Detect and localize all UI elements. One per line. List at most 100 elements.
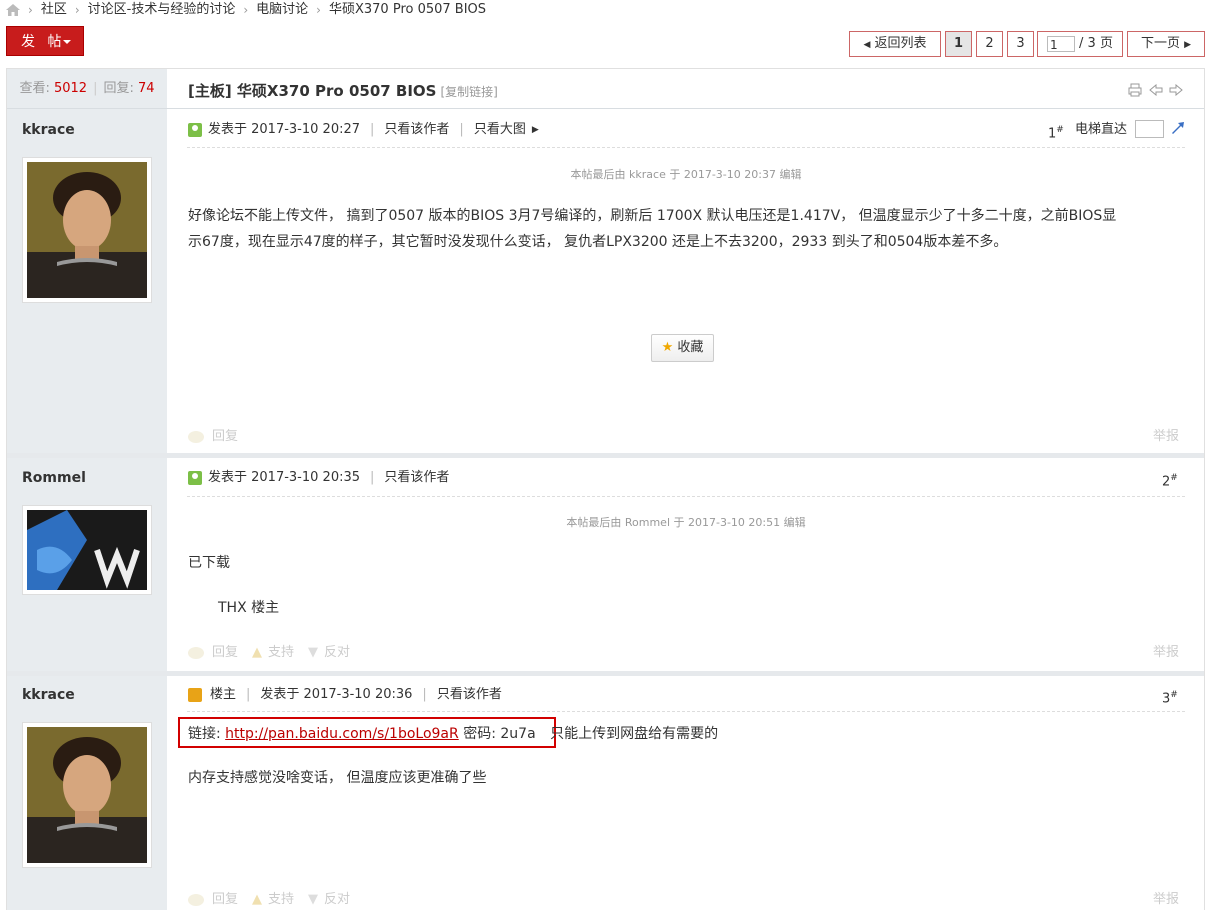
post-2-floor[interactable]: 2# [1162, 468, 1178, 489]
post-1-report-link[interactable]: 举报 [1153, 427, 1179, 447]
new-post-label: 发 帖 [21, 34, 66, 50]
views-count: 5012 [53, 81, 88, 96]
print-icon[interactable] [1128, 83, 1142, 97]
next-page-button[interactable]: 下一页 ▶ [1127, 31, 1205, 57]
post-3-support-button[interactable]: ▲ 支持 [252, 890, 294, 910]
prev-thread-icon[interactable] [1149, 84, 1163, 96]
oppose-icon: ▼ [308, 892, 319, 907]
reply-label: 回复 [212, 429, 239, 444]
home-icon[interactable] [6, 4, 20, 16]
post-2-body-line-2: THX 楼主 [218, 600, 280, 616]
post-2-body-line-1: 已下载 [188, 555, 230, 571]
link-note: 只能上传到网盘给有需要的 [550, 726, 719, 742]
star-icon: ★ [661, 340, 674, 355]
next-thread-icon[interactable] [1169, 84, 1183, 96]
thread-stats: 查看: 5012 | 回复: 74 [7, 69, 167, 108]
post-2-reply-button[interactable]: 回复 [188, 643, 238, 663]
post-3-link-line: 链接: http://pan.baidu.com/s/1boLo9aR 密码: … [188, 721, 718, 747]
post-2-time: 发表于 2017-3-10 20:35 [208, 470, 361, 485]
chevron-down-icon[interactable] [63, 40, 71, 44]
post-1-body: 好像论坛不能上传文件， 搞到了0507 版本的BIOS 3月7号编译的，刷新后 … [188, 203, 1116, 255]
post-1-only-author-link[interactable]: 只看该作者 [384, 120, 449, 140]
replies-count: 74 [138, 81, 155, 96]
breadcrumb-pc[interactable]: 电脑讨论 [256, 0, 308, 20]
post-1-time: 发表于 2017-3-10 20:27 [208, 122, 361, 137]
oppose-label: 反对 [324, 892, 351, 907]
post-3-meta: 楼主 | 发表于 2017-3-10 20:36 | 只看该作者 [188, 685, 502, 705]
thread-title: [主板] 华硕X370 Pro 0507 BIOS [188, 82, 437, 100]
post-2-edit-note: 本帖最后由 Rommel 于 2017-3-10 20:51 编辑 [566, 516, 806, 529]
caret-right-icon: ▶ [531, 125, 539, 135]
post-3-avatar[interactable] [22, 722, 152, 868]
user-icon [188, 123, 202, 137]
post-1-floor[interactable]: 1# [1048, 120, 1064, 141]
post-2-support-button[interactable]: ▲ 支持 [252, 643, 294, 663]
password-value: 2u7a [500, 726, 536, 742]
post-separator [7, 671, 1204, 676]
page-jump: 1/ 3 页 [1037, 31, 1123, 57]
post-1-big-image-link[interactable]: 只看大图 [474, 120, 526, 140]
post-3-oppose-button[interactable]: ▼ 反对 [308, 890, 350, 910]
support-label: 支持 [268, 645, 295, 660]
copy-link-button[interactable]: [复制链接] [441, 85, 498, 99]
new-post-button[interactable]: 发 帖 [6, 26, 84, 56]
post-1-author-name[interactable]: kkrace [22, 122, 75, 138]
post-3-time: 发表于 2017-3-10 20:36 [260, 687, 413, 702]
jump-floor-input[interactable] [1135, 120, 1164, 138]
support-icon: ▲ [252, 892, 263, 907]
page-2-button[interactable]: 2 [976, 31, 1003, 57]
thread-table [6, 68, 1205, 910]
reply-icon [188, 647, 204, 659]
breadcrumb-discussion[interactable]: 讨论区-技术与经验的讨论 [88, 0, 236, 20]
link-label: 链接: [188, 726, 221, 742]
reply-icon [188, 431, 204, 443]
post-2-author-name[interactable]: Rommel [22, 470, 86, 486]
avatar-image [27, 510, 147, 590]
post-1-body-line-1: 好像论坛不能上传文件， 搞到了0507 版本的BIOS 3月7号编译的，刷新后 … [188, 208, 1117, 224]
chevron-right-icon: › [28, 3, 33, 17]
views-label: 查看: [19, 81, 50, 96]
post-3-reply-button[interactable]: 回复 [188, 890, 238, 910]
chevron-right-icon: › [243, 3, 249, 17]
oppose-icon: ▼ [308, 645, 319, 660]
download-link[interactable]: http://pan.baidu.com/s/1boLo9aR [225, 726, 459, 742]
breadcrumb-community[interactable]: 社区 [41, 0, 67, 20]
post-1-edit-note: 本帖最后由 kkrace 于 2017-3-10 20:37 编辑 [570, 168, 802, 181]
post-1-reply-button[interactable]: 回复 [188, 427, 238, 447]
breadcrumb: › 社区 › 讨论区-技术与经验的讨论 › 电脑讨论 › 华硕X370 Pro … [6, 0, 486, 20]
thread-title-row: [主板] 华硕X370 Pro 0507 BIOS [复制链接] [188, 80, 498, 101]
post-3-report-link[interactable]: 举报 [1153, 890, 1179, 910]
back-to-list-button[interactable]: ◀ 返回列表 [849, 31, 941, 57]
jump-icon[interactable] [1170, 121, 1186, 135]
post-3-actions: 回复 ▲ 支持 ▼ 反对 [188, 890, 364, 910]
page-1-button[interactable]: 1 [945, 31, 972, 57]
divider [7, 108, 1204, 109]
replies-label: 回复: [103, 81, 134, 96]
owner-icon [188, 688, 202, 702]
post-1-body-line-2: 示67度，现在显示47度的样子，其它暂时没发现什么变话， 复仇者LPX3200 … [188, 234, 1008, 250]
post-3-only-author-link[interactable]: 只看该作者 [437, 685, 502, 705]
post-2-report-link[interactable]: 举报 [1153, 643, 1179, 663]
post-2-actions: 回复 ▲ 支持 ▼ 反对 [188, 643, 364, 663]
post-3-author-name[interactable]: kkrace [22, 687, 75, 703]
owner-badge: 楼主 [210, 687, 237, 702]
post-2-avatar[interactable] [22, 505, 152, 595]
favorite-button[interactable]: ★ 收藏 [651, 334, 714, 362]
post-2-divider [187, 496, 1185, 497]
avatar-image [27, 727, 147, 863]
avatar-image [27, 162, 147, 298]
chevron-left-icon: ◀ [863, 40, 871, 50]
post-3-floor[interactable]: 3# [1162, 685, 1178, 706]
post-2-only-author-link[interactable]: 只看该作者 [384, 468, 449, 488]
chevron-right-icon: › [316, 3, 321, 17]
next-page-label: 下一页 [1140, 36, 1180, 51]
page-jump-input[interactable]: 1 [1047, 35, 1076, 52]
user-icon [188, 471, 202, 485]
post-1-avatar[interactable] [22, 157, 152, 303]
favorite-label: 收藏 [677, 340, 704, 355]
back-to-list-label: 返回列表 [874, 36, 927, 51]
page-3-button[interactable]: 3 [1007, 31, 1034, 57]
chevron-right-icon: ▶ [1184, 40, 1192, 50]
oppose-label: 反对 [324, 645, 351, 660]
post-2-oppose-button[interactable]: ▼ 反对 [308, 643, 350, 663]
